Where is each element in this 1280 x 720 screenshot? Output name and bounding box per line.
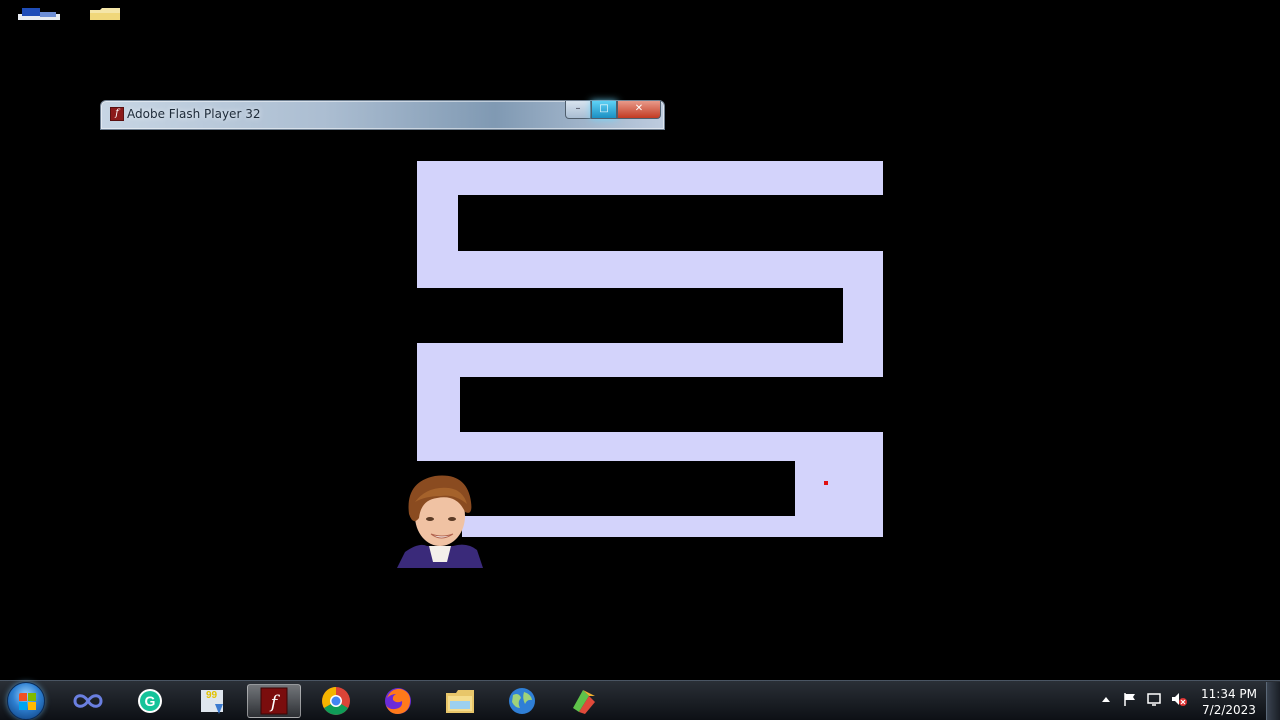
folder-icon[interactable] [90, 6, 120, 20]
svg-text:99: 99 [206, 690, 218, 701]
maze-path-left-1[interactable] [417, 195, 458, 252]
chrome-icon[interactable] [309, 684, 363, 718]
flash-player-window[interactable]: f Adobe Flash Player 32 – □ ✕ [100, 100, 665, 130]
colorful-app-icon[interactable] [557, 684, 611, 718]
close-button[interactable]: ✕ [617, 101, 661, 119]
maze-path-top[interactable] [417, 161, 883, 195]
action-center-flag-icon[interactable] [1122, 691, 1138, 707]
flash-player-icon[interactable]: f [247, 684, 301, 718]
window-title: Adobe Flash Player 32 [127, 107, 261, 121]
start-button[interactable] [7, 682, 45, 720]
show-desktop-button[interactable] [1266, 682, 1280, 720]
flash-app-icon: f [110, 107, 124, 121]
minimize-button[interactable]: – [565, 101, 591, 119]
maze-path-right-1[interactable] [843, 287, 883, 344]
infinity-app-icon[interactable] [61, 684, 115, 718]
taskbar: G 99 f 11:34 PM 7/2/2023 [0, 680, 1280, 720]
show-hidden-icons-arrow[interactable] [1098, 691, 1114, 707]
desktop: f Adobe Flash Player 32 – □ ✕ [0, 0, 1280, 680]
maze-path-left-2[interactable] [417, 376, 460, 433]
computer-icon[interactable] [18, 8, 60, 20]
maze-path-row-4[interactable] [417, 432, 883, 461]
maximize-button[interactable]: □ [591, 101, 617, 119]
clock-time: 11:34 PM [1201, 687, 1257, 701]
maze-path-row-2[interactable] [417, 251, 883, 288]
cursor-dot [824, 481, 828, 485]
face-image [397, 475, 483, 568]
firefox-icon[interactable] [371, 684, 425, 718]
globe-icon[interactable] [495, 684, 549, 718]
99-app-icon[interactable]: 99 [185, 684, 239, 718]
volume-muted-icon[interactable] [1170, 691, 1187, 707]
maze-path-row-3[interactable] [417, 343, 883, 377]
network-icon[interactable] [1146, 691, 1162, 707]
system-clock[interactable]: 11:34 PM 7/2/2023 [1196, 686, 1262, 718]
grammarly-icon[interactable]: G [123, 684, 177, 718]
svg-text:G: G [145, 693, 156, 709]
maze-path-bottom[interactable] [462, 516, 883, 537]
clock-date: 7/2/2023 [1202, 703, 1256, 717]
windows-logo-icon [19, 693, 27, 701]
file-explorer-icon[interactable] [433, 684, 487, 718]
